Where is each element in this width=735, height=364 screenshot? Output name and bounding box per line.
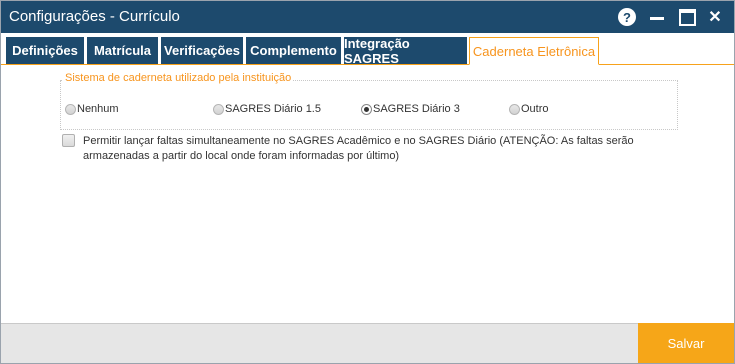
faltas-checkbox[interactable] (62, 134, 75, 147)
tab-definicoes[interactable]: Definições (6, 37, 84, 64)
maximize-icon[interactable] (678, 7, 696, 27)
minimize-icon[interactable] (648, 7, 666, 27)
radio-sagres-diario-3[interactable]: SAGRES Diário 3 (361, 103, 460, 115)
footer-bar (1, 323, 734, 363)
dialog-window: Configurações - Currículo ? ✕ Definições… (0, 0, 735, 364)
radio-label: Outro (521, 103, 549, 115)
title-bar[interactable]: Configurações - Currículo ? ✕ (1, 1, 734, 33)
window-title: Configurações - Currículo (9, 8, 180, 25)
radio-button-icon[interactable] (65, 103, 76, 115)
tab-integracao-sagres[interactable]: Integração SAGRES (344, 36, 467, 66)
help-icon[interactable]: ? (618, 8, 636, 26)
radio-outro[interactable]: Outro (509, 103, 549, 115)
radio-button-icon[interactable] (213, 103, 224, 115)
radio-label: SAGRES Diário 3 (373, 103, 460, 115)
save-button[interactable]: Salvar (638, 323, 734, 363)
radio-nenhum[interactable]: Nenhum (65, 103, 119, 115)
tab-matricula[interactable]: Matrícula (87, 37, 158, 64)
radio-button-checked-icon[interactable] (361, 103, 372, 115)
radio-sagres-diario-1-5[interactable]: SAGRES Diário 1.5 (213, 103, 321, 115)
caderneta-group-label: Sistema de caderneta utilizado pela inst… (63, 72, 294, 84)
tab-bar: Definições Matrícula Verificações Comple… (1, 33, 734, 66)
close-icon[interactable]: ✕ (706, 7, 724, 27)
radio-button-icon[interactable] (509, 103, 520, 115)
tab-caderneta-eletronica[interactable]: Caderneta Eletrônica (469, 37, 599, 65)
radio-label: SAGRES Diário 1.5 (225, 103, 321, 115)
faltas-checkbox-label: Permitir lançar faltas simultaneamente n… (83, 135, 634, 162)
radio-label: Nenhum (77, 103, 119, 115)
tab-verificacoes[interactable]: Verificações (161, 37, 243, 64)
tab-complemento[interactable]: Complemento (246, 37, 341, 64)
